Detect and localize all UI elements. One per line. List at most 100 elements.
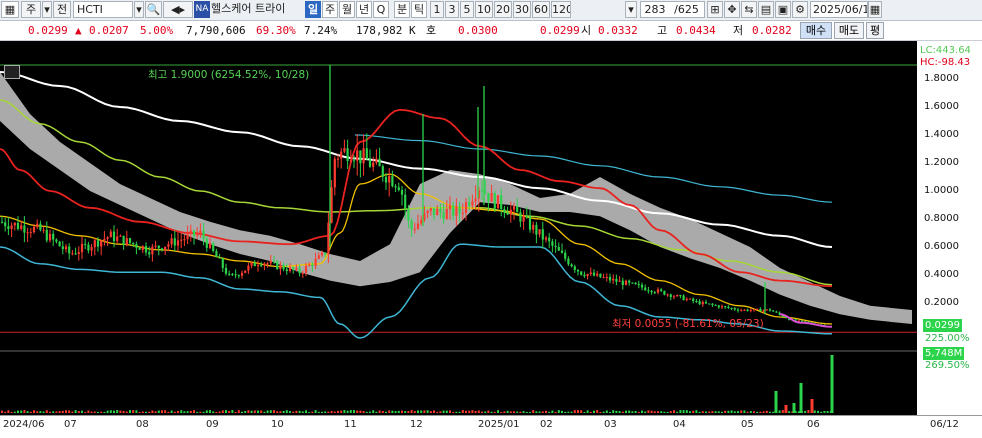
chart-tool-icon[interactable]: ⊞ xyxy=(707,1,723,18)
volume-bar xyxy=(471,410,474,413)
volume-bar xyxy=(263,411,266,413)
sound-icon[interactable]: ◀▸ xyxy=(163,1,193,18)
volume-bar xyxy=(676,411,679,413)
candle-body xyxy=(80,243,84,253)
volume-bar xyxy=(234,411,237,413)
candle-body xyxy=(448,205,452,210)
volume-bar xyxy=(650,410,653,413)
candle-body xyxy=(509,209,512,215)
volume-bar xyxy=(484,411,487,413)
interval-30[interactable]: 30 xyxy=(513,1,531,18)
candle-body xyxy=(560,250,564,253)
chart-menu-icon[interactable] xyxy=(4,65,20,79)
candle-body xyxy=(218,257,221,259)
period-day[interactable]: 일 xyxy=(305,1,321,18)
chart-tool-icon[interactable]: ▤ xyxy=(758,1,774,18)
candle-body xyxy=(141,246,144,250)
date-input[interactable]: 2025/06/1 xyxy=(810,1,868,18)
interval-1[interactable]: 1 xyxy=(430,1,444,18)
interval-20[interactable]: 20 xyxy=(494,1,512,18)
volume-bar xyxy=(305,410,307,413)
volume-bar xyxy=(381,411,384,413)
interval-5[interactable]: 5 xyxy=(460,1,474,18)
volume-bar xyxy=(647,410,650,413)
chevron-down-icon[interactable]: ▾ xyxy=(42,1,52,18)
volume-bar xyxy=(682,410,685,413)
chevron-down-icon[interactable]: ▾ xyxy=(625,1,637,18)
candle-body xyxy=(202,230,205,239)
period-tick[interactable]: 틱 xyxy=(411,1,427,18)
interval-10[interactable]: 10 xyxy=(475,1,493,18)
volume-bar xyxy=(346,410,349,413)
candle-body xyxy=(269,260,272,264)
sell-button[interactable]: 매도 xyxy=(834,22,864,39)
volume-bar xyxy=(481,411,483,413)
turnover: 7.24% xyxy=(304,24,338,37)
search-icon[interactable]: 🔍 xyxy=(145,1,162,18)
candle-body xyxy=(596,273,599,276)
volume-bar xyxy=(301,411,304,413)
last-price: 0.0299 xyxy=(28,24,68,37)
candle-body xyxy=(496,195,500,209)
interval-60[interactable]: 60 xyxy=(532,1,550,18)
volume-bar xyxy=(628,410,631,413)
period-quarter[interactable]: Q xyxy=(373,1,389,18)
chart-tool-icon[interactable]: ✥ xyxy=(724,1,740,18)
volume-bar xyxy=(817,410,819,413)
interval-120[interactable]: 120 xyxy=(551,1,571,18)
chart-tool-icon[interactable]: ⇆ xyxy=(741,1,757,18)
grid-icon[interactable]: ▦ xyxy=(1,1,19,18)
calendar-icon[interactable]: ▦ xyxy=(868,1,882,18)
candle-body xyxy=(362,148,365,164)
candle-body xyxy=(660,289,663,291)
volume-bar xyxy=(660,411,663,413)
volume-bar xyxy=(65,410,67,413)
candle-body xyxy=(311,264,314,267)
period-select[interactable]: 전 xyxy=(53,1,71,18)
volume-bar xyxy=(145,411,147,413)
volume-bar xyxy=(193,410,195,413)
volume-bar xyxy=(266,410,269,413)
period-month[interactable]: 월 xyxy=(339,1,355,18)
candle-body xyxy=(308,264,311,266)
volume-bar xyxy=(477,410,480,413)
volume-bar xyxy=(161,410,163,413)
volume-bar xyxy=(231,410,234,413)
volume-bar xyxy=(545,410,547,413)
volume-bar xyxy=(212,411,215,413)
candle-body xyxy=(7,226,10,229)
candle-body xyxy=(413,228,416,230)
interval-3[interactable]: 3 xyxy=(445,1,459,18)
market-select[interactable]: 주 xyxy=(21,1,41,18)
candle-body xyxy=(717,305,720,308)
candle-body xyxy=(749,310,752,312)
period-week[interactable]: 주 xyxy=(322,1,338,18)
volume-bar xyxy=(157,410,160,413)
high-price: 0.0434 xyxy=(676,24,716,37)
volume-bar xyxy=(541,411,544,413)
volume-bar xyxy=(637,411,640,413)
bid-label: 호 xyxy=(426,24,437,37)
price-chart[interactable] xyxy=(0,41,982,437)
volume-bar xyxy=(708,411,711,413)
na-badge: NA xyxy=(194,1,210,18)
candle-body xyxy=(388,175,391,183)
candle-body xyxy=(20,225,23,229)
symbol-input[interactable]: HCTI xyxy=(73,1,133,18)
candle-body xyxy=(416,223,420,229)
period-minute[interactable]: 분 xyxy=(394,1,410,18)
period-year[interactable]: 년 xyxy=(356,1,372,18)
candle-body xyxy=(519,212,522,222)
buy-button[interactable]: 매수 xyxy=(800,22,832,39)
eval-button[interactable]: 평 xyxy=(866,22,884,39)
candle-body xyxy=(176,240,180,246)
gear-icon[interactable]: ⚙ xyxy=(792,1,808,18)
page-indicator[interactable]: 283 xyxy=(640,1,670,18)
candle-body xyxy=(180,239,183,241)
save-icon[interactable]: ▣ xyxy=(775,1,791,18)
chevron-down-icon[interactable]: ▾ xyxy=(134,1,144,18)
candle-body xyxy=(375,158,378,163)
candle-body xyxy=(727,306,730,308)
candle-body xyxy=(372,162,375,167)
ask-price: 0.0299 xyxy=(540,24,580,37)
